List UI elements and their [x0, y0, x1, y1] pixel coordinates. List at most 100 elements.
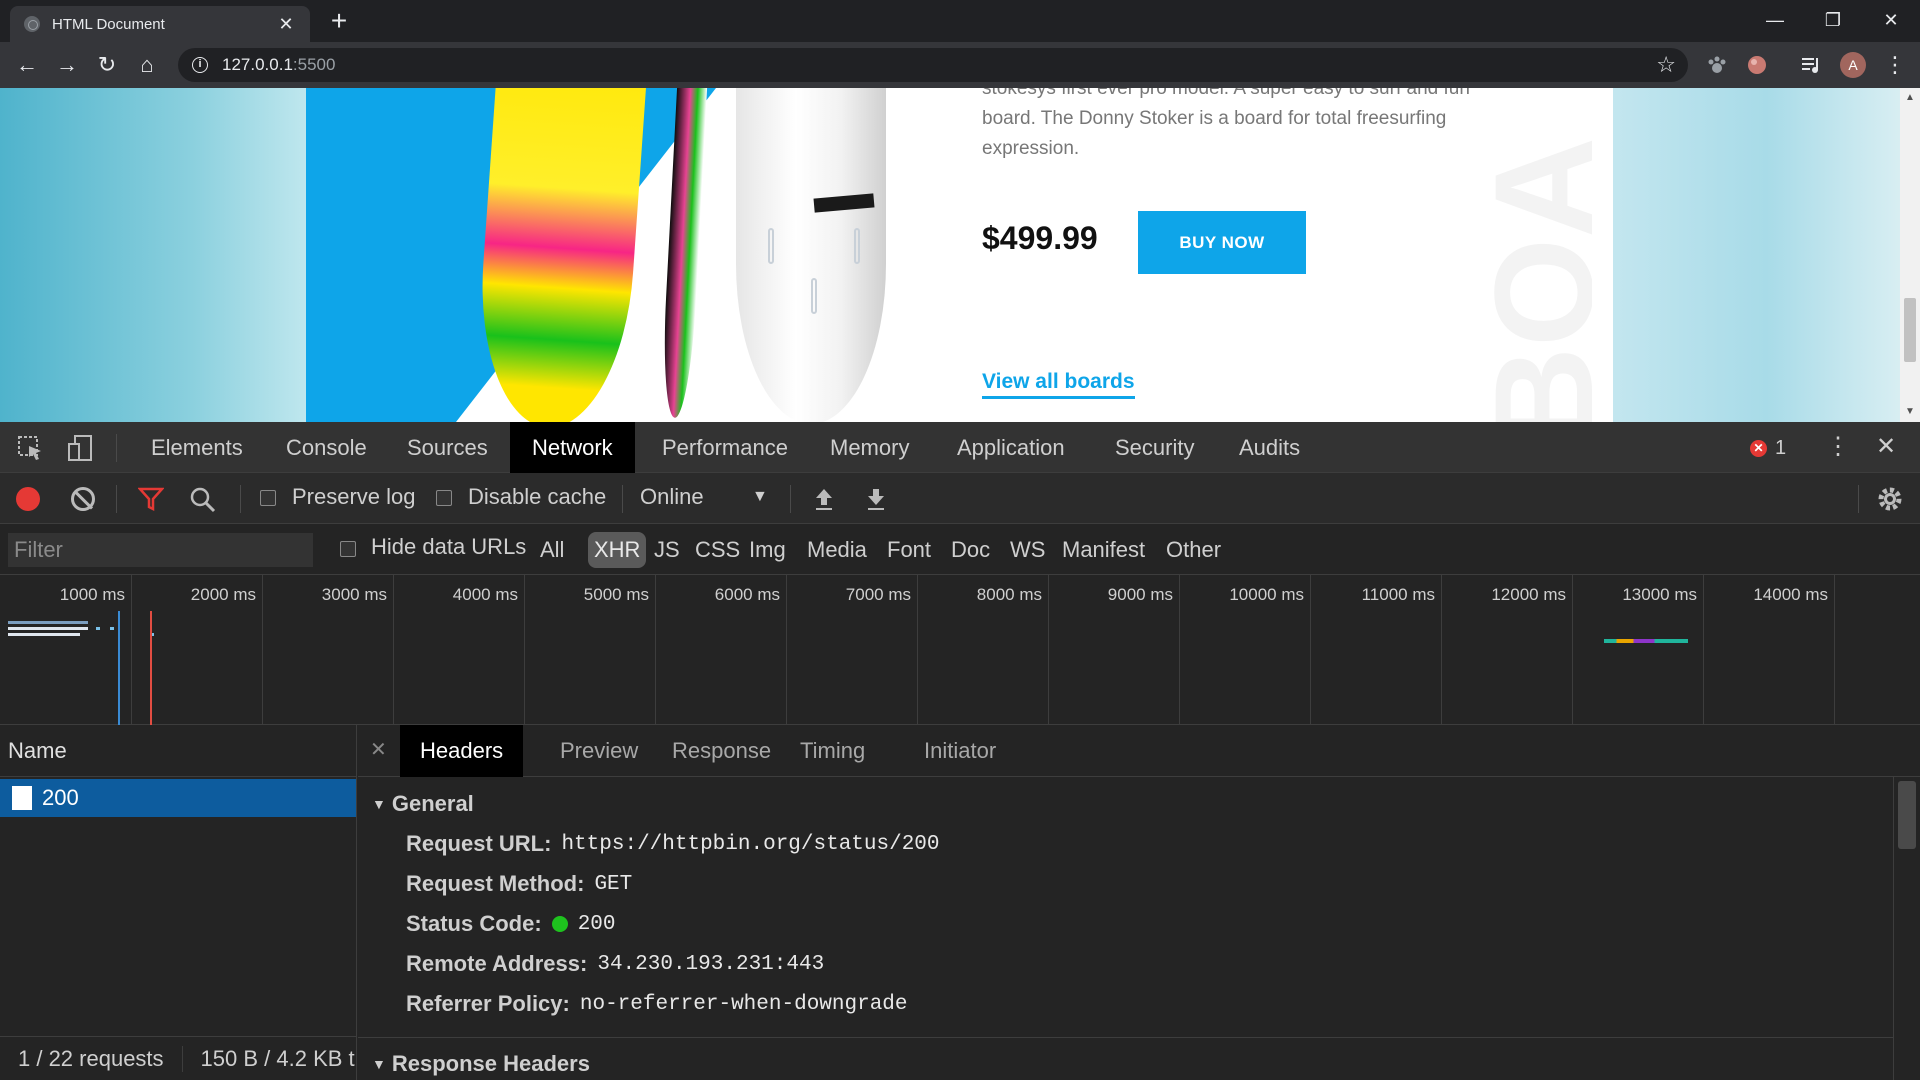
header-row: Remote Address: 34.230.193.231:443: [406, 951, 824, 977]
media-control-icon[interactable]: [1800, 54, 1822, 76]
tab-elements[interactable]: Elements: [129, 422, 265, 473]
header-key: Remote Address:: [406, 951, 588, 976]
devtools-close-icon[interactable]: ✕: [1876, 432, 1896, 461]
close-detail-icon[interactable]: ✕: [370, 737, 387, 762]
filter-type-media[interactable]: Media: [803, 532, 871, 568]
watermark-text: BOA: [1465, 136, 1592, 422]
devtools-menu-icon[interactable]: ⋮: [1826, 432, 1850, 461]
general-section-header[interactable]: ▼ General: [372, 791, 474, 817]
tab-network[interactable]: Network: [510, 422, 635, 473]
scroll-down-icon[interactable]: ▼: [1905, 406, 1915, 417]
minimize-icon[interactable]: —: [1746, 0, 1804, 40]
close-window-icon[interactable]: ✕: [1862, 0, 1920, 40]
tab-title: HTML Document: [52, 15, 165, 33]
devtools-tab-bar: Elements Console Sources Network Performance…: [0, 422, 1920, 473]
header-key: Referrer Policy:: [406, 991, 570, 1016]
filter-funnel-icon[interactable]: [138, 487, 164, 511]
detail-tab-initiator[interactable]: Initiator: [904, 725, 1016, 777]
request-row[interactable]: 200: [0, 779, 356, 817]
search-icon[interactable]: [189, 486, 217, 514]
throttling-select[interactable]: Online: [640, 484, 704, 510]
timeline-tick-label: 1500: [1837, 585, 1920, 605]
new-tab-button[interactable]: +: [324, 6, 354, 36]
hide-data-urls-checkbox[interactable]: [340, 541, 356, 557]
timeline-tick-label: 9000 ms: [1107, 585, 1173, 604]
caret-down-icon: ▼: [372, 1056, 386, 1072]
back-icon[interactable]: ←: [12, 50, 42, 80]
tab-audits[interactable]: Audits: [1217, 422, 1322, 473]
filter-input[interactable]: [8, 533, 313, 567]
header-value: 34.230.193.231:443: [597, 952, 825, 976]
page-scrollbar[interactable]: ▲ ▼: [1900, 88, 1920, 422]
toolbar-divider: [622, 485, 623, 513]
browser-tab[interactable]: HTML Document ✕: [10, 6, 310, 42]
site-info-icon[interactable]: i: [192, 57, 208, 73]
tab-application[interactable]: Application: [935, 422, 1087, 473]
chevron-down-icon[interactable]: ▼: [752, 488, 768, 506]
profile-avatar[interactable]: A: [1840, 52, 1866, 78]
scrollbar-thumb[interactable]: [1898, 781, 1916, 849]
hide-data-urls-label: Hide data URLs: [371, 534, 527, 559]
error-count-badge[interactable]: ✕ 1: [1750, 437, 1786, 460]
record-icon[interactable]: [16, 487, 40, 511]
preserve-log-checkbox[interactable]: [260, 490, 276, 506]
status-ok-icon: [551, 916, 568, 932]
header-key: Request URL:: [406, 831, 552, 856]
filter-type-ws[interactable]: WS: [1006, 532, 1049, 568]
gear-icon[interactable]: [1876, 485, 1904, 513]
inspect-element-icon[interactable]: [16, 434, 44, 462]
header-row: Referrer Policy: no-referrer-when-downgr…: [406, 991, 908, 1017]
filter-type-other[interactable]: Other: [1162, 532, 1225, 568]
restore-icon[interactable]: ❐: [1804, 0, 1862, 40]
filter-type-css[interactable]: CSS: [691, 532, 744, 568]
detail-scrollbar[interactable]: [1893, 777, 1920, 1080]
filter-type-doc[interactable]: Doc: [947, 532, 994, 568]
detail-tab-preview[interactable]: Preview: [540, 725, 658, 777]
detail-tab-response[interactable]: Response: [652, 725, 791, 777]
filter-type-xhr[interactable]: XHR: [588, 532, 647, 568]
document-icon: [12, 786, 32, 810]
request-count: 1 / 22 requests: [0, 1045, 183, 1072]
page-viewport: stokesys first ever pro model. A super e…: [0, 88, 1920, 422]
clear-icon[interactable]: [71, 487, 95, 511]
timeline-request-bar: [8, 621, 88, 624]
general-section-title: General: [391, 791, 474, 816]
extension-paw-icon[interactable]: [1706, 54, 1728, 76]
tab-security[interactable]: Security: [1093, 422, 1216, 473]
home-icon[interactable]: ⌂: [132, 50, 162, 80]
tab-sources[interactable]: Sources: [385, 422, 510, 473]
import-har-icon[interactable]: [812, 486, 836, 512]
export-har-icon[interactable]: [864, 486, 888, 512]
filter-type-font[interactable]: Font: [883, 532, 935, 568]
timeline-tick-label: 8000 ms: [976, 585, 1042, 604]
detail-tab-timing[interactable]: Timing: [780, 725, 885, 777]
tab-console[interactable]: Console: [264, 422, 389, 473]
timeline-request-bar: [96, 627, 100, 630]
view-all-boards-link[interactable]: View all boards: [982, 370, 1135, 399]
name-column-header[interactable]: Name: [0, 725, 356, 777]
filter-type-manifest[interactable]: Manifest: [1058, 532, 1149, 568]
bookmark-star-icon[interactable]: ☆: [1656, 52, 1676, 78]
address-bar[interactable]: i 127.0.0.1:5500 ☆: [178, 48, 1688, 82]
filter-type-js[interactable]: JS: [650, 532, 684, 568]
device-toolbar-icon[interactable]: [66, 434, 94, 462]
product-description: stokesys first ever pro model. A super e…: [982, 88, 1470, 159]
timeline-request-bar: [110, 627, 114, 630]
scroll-up-icon[interactable]: ▲: [1905, 92, 1915, 103]
forward-icon[interactable]: →: [52, 50, 82, 80]
browser-menu-icon[interactable]: ⋮: [1884, 52, 1906, 78]
reload-icon[interactable]: ↻: [92, 50, 122, 80]
tab-close-icon[interactable]: ✕: [276, 14, 296, 35]
scrollbar-thumb[interactable]: [1904, 298, 1916, 362]
response-headers-section-header[interactable]: ▼ Response Headers: [372, 1051, 590, 1077]
network-overview-timeline[interactable]: 1000 ms 2000 ms 3000 ms 4000 ms 5000 ms 6000 …: [0, 575, 1920, 725]
timeline-gridline: [655, 575, 656, 725]
tab-memory[interactable]: Memory: [808, 422, 931, 473]
extension-orb-icon[interactable]: [1746, 54, 1768, 76]
tab-performance[interactable]: Performance: [640, 422, 810, 473]
filter-type-img[interactable]: Img: [745, 532, 790, 568]
filter-type-all[interactable]: All: [536, 532, 568, 568]
buy-now-button[interactable]: BUY NOW: [1138, 211, 1306, 274]
detail-tab-headers[interactable]: Headers: [400, 725, 524, 777]
disable-cache-checkbox[interactable]: [436, 490, 452, 506]
